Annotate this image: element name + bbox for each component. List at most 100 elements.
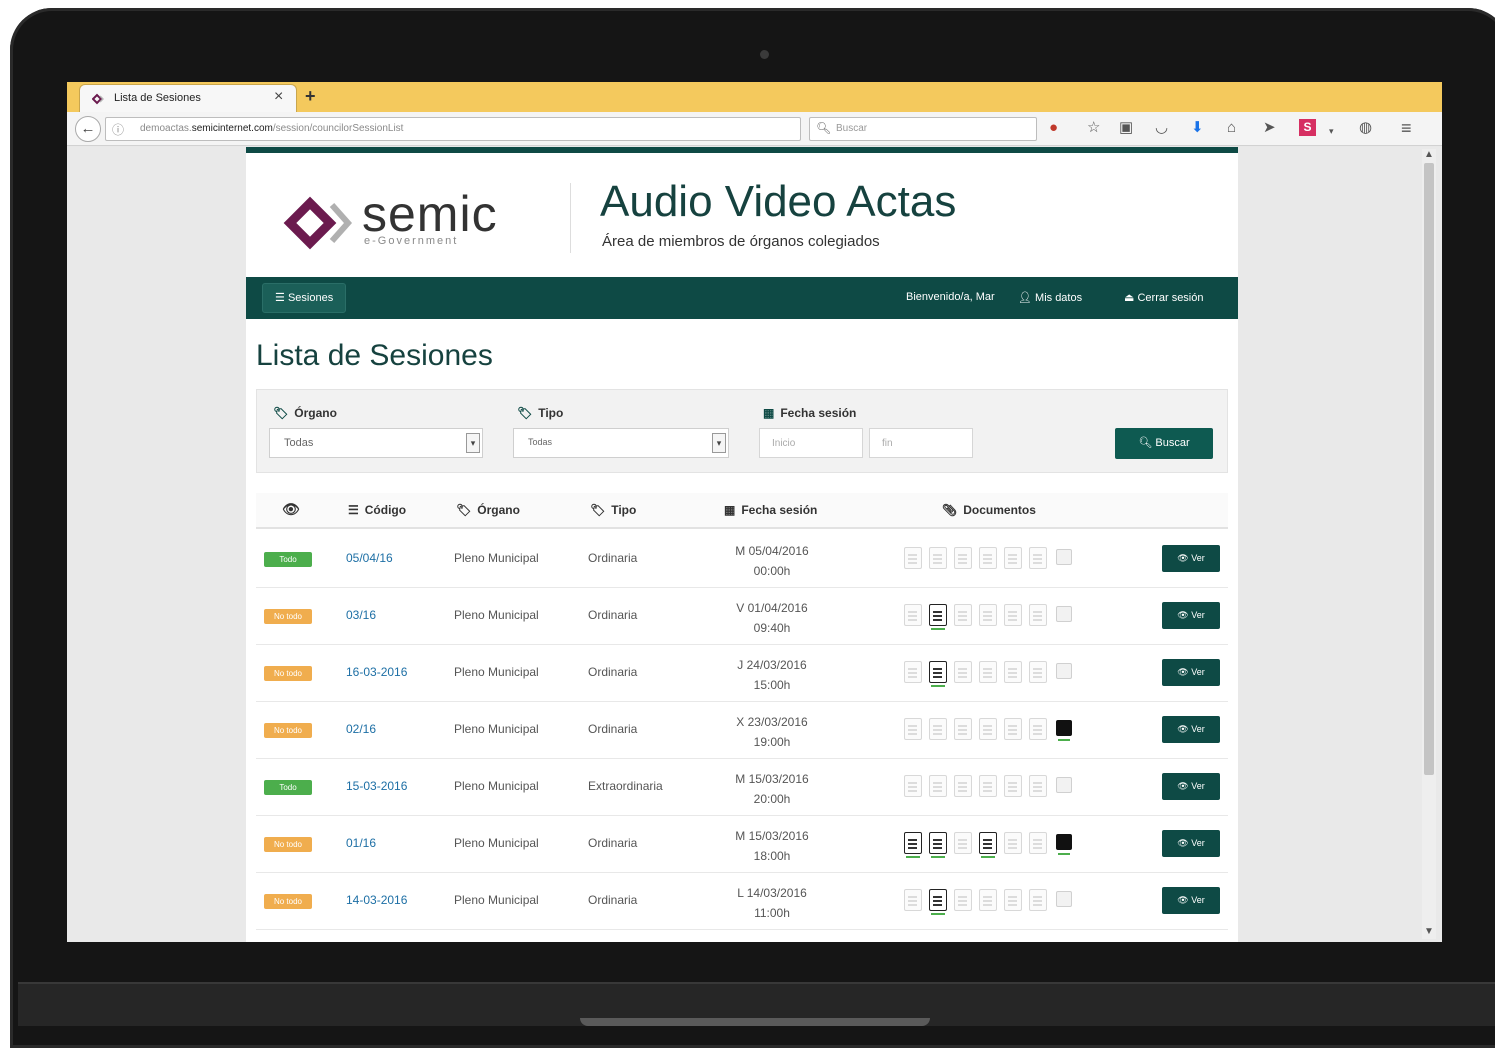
document-icon <box>954 661 972 683</box>
url-bar[interactable]: ⓘ demoactas.semicinternet.com/session/co… <box>105 117 824 141</box>
tipo-cell: Ordinaria <box>588 722 638 736</box>
session-time: 00:00h <box>753 564 791 578</box>
ver-label: Ver <box>1191 895 1205 905</box>
browser-search-bar[interactable]: 🔍︎ Buscar <box>809 117 1037 141</box>
ver-button[interactable]: 👁︎ Ver <box>1162 716 1220 743</box>
extension-s-icon[interactable]: S <box>1299 119 1316 136</box>
info-icon[interactable]: ⓘ <box>112 121 124 138</box>
tags-icon: 🏷︎ <box>517 406 533 420</box>
session-time: 15:00h <box>753 678 791 692</box>
document-icon[interactable] <box>929 889 947 915</box>
session-code-link[interactable]: 15-03-2016 <box>346 779 407 793</box>
col-codigo[interactable]: ☰ Código <box>348 503 406 517</box>
ver-label: Ver <box>1191 724 1205 734</box>
tipo-filter-label: 🏷︎ Tipo <box>517 406 564 420</box>
browser-nav-bar: ← ⓘ demoactas.semicinternet.com/session/… <box>67 112 1442 146</box>
fecha-inicio-input[interactable]: Inicio <box>759 428 863 458</box>
session-code-link[interactable]: 01/16 <box>346 836 376 850</box>
tags-icon: 🏷︎ <box>590 503 606 517</box>
document-icon <box>979 661 997 683</box>
ver-button[interactable]: 👁︎ Ver <box>1162 773 1220 800</box>
session-code-link[interactable]: 14-03-2016 <box>346 893 407 907</box>
scroll-down-icon[interactable]: ▼ <box>1424 926 1434 937</box>
ver-button[interactable]: 👁︎ Ver <box>1162 545 1220 572</box>
ver-label: Ver <box>1191 781 1205 791</box>
browser-tab[interactable]: Lista de Sesiones × <box>79 84 297 112</box>
session-code-link[interactable]: 05/04/16 <box>346 551 393 565</box>
tag-icon: 🏷︎ <box>273 406 289 420</box>
send-icon[interactable]: ➤ <box>1263 119 1276 137</box>
chat-icon[interactable]: ◍ <box>1359 119 1372 137</box>
calendar-icon: ▦ <box>763 406 775 420</box>
tab-close-icon[interactable]: × <box>274 89 283 105</box>
organo-cell: Pleno Municipal <box>454 608 539 622</box>
session-date: X 23/03/2016 <box>736 715 808 729</box>
document-icon <box>954 547 972 569</box>
eye-icon: 👁︎ <box>1177 667 1189 677</box>
laptop-hinge <box>580 1018 930 1026</box>
session-code-link[interactable]: 02/16 <box>346 722 376 736</box>
document-icon <box>1004 547 1022 569</box>
session-time: 18:00h <box>753 849 791 863</box>
logout-link[interactable]: ⏏ Cerrar sesión <box>1124 291 1204 304</box>
dropdown-icon[interactable]: ▾ <box>1329 122 1334 140</box>
new-tab-button[interactable]: + <box>305 86 316 106</box>
table-row: No todo 02/16 Pleno Municipal Ordinaria … <box>256 702 1228 759</box>
tab-title: Lista de Sesiones <box>114 92 201 104</box>
session-code-link[interactable]: 03/16 <box>346 608 376 622</box>
document-icon[interactable] <box>929 832 947 858</box>
session-date: M 15/03/2016 <box>735 829 809 843</box>
col-tipo[interactable]: 🏷︎ Tipo <box>590 503 636 517</box>
eye-icon: 👁︎ <box>1177 553 1189 563</box>
pocket-icon[interactable]: ◡ <box>1155 119 1168 137</box>
semic-logo-icon <box>283 196 353 250</box>
app-subtitle: Área de miembros de órganos colegiados <box>602 233 880 250</box>
scroll-up-icon[interactable]: ▲ <box>1424 149 1434 160</box>
logo-subtitle: e-Government <box>364 235 459 247</box>
organo-cell: Pleno Municipal <box>454 836 539 850</box>
buscar-button[interactable]: 🔍︎ Buscar <box>1115 428 1213 459</box>
session-code-link[interactable]: 16-03-2016 <box>346 665 407 679</box>
star-icon[interactable]: ☆ <box>1087 119 1100 137</box>
eye-icon: 👁︎ <box>1177 724 1189 734</box>
video-icon[interactable] <box>1056 720 1072 741</box>
page-title: Lista de Sesiones <box>256 339 493 372</box>
organo-select[interactable]: Todas ▾ <box>269 428 483 458</box>
document-icon <box>1029 604 1047 626</box>
document-icon[interactable] <box>929 604 947 630</box>
ver-button[interactable]: 👁︎ Ver <box>1162 887 1220 914</box>
ver-button[interactable]: 👁︎ Ver <box>1162 602 1220 629</box>
nav-sesiones-button[interactable]: ☰ Sesiones <box>262 283 347 313</box>
camera-dot <box>760 50 769 59</box>
home-icon[interactable]: ⌂ <box>1227 119 1236 137</box>
menu-icon[interactable]: ≡ <box>1401 119 1412 137</box>
logout-label: Cerrar sesión <box>1137 292 1204 304</box>
calendar-icon: ▦ <box>724 503 736 517</box>
document-icon[interactable] <box>904 832 922 858</box>
col-organo[interactable]: 🏷︎ Órgano <box>456 503 520 517</box>
document-icon <box>1029 547 1047 569</box>
ver-button[interactable]: 👁︎ Ver <box>1162 830 1220 857</box>
document-icon <box>1029 718 1047 740</box>
scrollbar[interactable]: ▲ ▼ <box>1422 149 1436 939</box>
document-icon[interactable] <box>929 661 947 687</box>
col-fecha[interactable]: ▦ Fecha sesión <box>724 503 817 517</box>
tipo-select[interactable]: Todas ▾ <box>513 428 729 458</box>
date-cell: M 15/03/2016 20:00h <box>722 769 822 809</box>
document-icon[interactable] <box>979 832 997 858</box>
mis-datos-link[interactable]: 👤︎ Mis datos <box>1018 291 1082 304</box>
fecha-fin-input[interactable]: fin <box>869 428 973 458</box>
video-icon[interactable] <box>1056 834 1072 855</box>
ver-button[interactable]: 👁︎ Ver <box>1162 659 1220 686</box>
table-row: No todo 01/16 Pleno Municipal Ordinaria … <box>256 816 1228 873</box>
document-icon <box>1004 661 1022 683</box>
download-icon[interactable]: ⬇ <box>1191 119 1204 137</box>
paperclip-icon: 📎︎ <box>942 503 958 517</box>
back-button[interactable]: ← <box>75 116 101 142</box>
document-icon <box>979 547 997 569</box>
clipboard-icon[interactable]: ▣ <box>1119 119 1133 137</box>
organo-cell: Pleno Municipal <box>454 665 539 679</box>
scroll-thumb[interactable] <box>1424 163 1434 775</box>
document-icon <box>1004 889 1022 911</box>
record-icon[interactable]: ● <box>1049 119 1058 137</box>
